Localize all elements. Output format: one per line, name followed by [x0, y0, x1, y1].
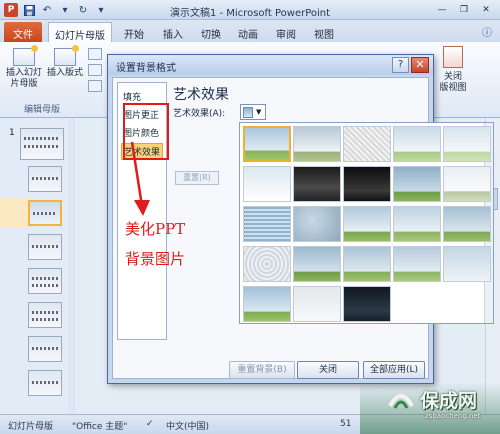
effect-tile[interactable]: [243, 126, 291, 162]
annotation-arrow-icon: [130, 141, 150, 216]
dialog-help-button[interactable]: ?: [392, 57, 409, 73]
status-language: 中文(中国): [166, 422, 210, 432]
selected-row-highlight: [0, 198, 28, 228]
dialog-title-bar[interactable]: 设置背景格式 ? ✕: [108, 55, 433, 75]
layout-thumbnail[interactable]: [28, 336, 62, 362]
insert-master-button[interactable]: 插入幻灯片母版: [4, 45, 44, 90]
reset-background-button[interactable]: 重置背景(B): [229, 361, 295, 379]
slide-number: 1: [9, 128, 15, 138]
layout-thumbnail[interactable]: [28, 302, 62, 328]
reset-effect-button[interactable]: 重置(R): [175, 171, 219, 185]
effect-tile[interactable]: [243, 206, 291, 242]
ribbon-tabs: 文件 幻灯片母版 开始 插入 切换 动画 审阅 视图 ⓘ: [0, 20, 500, 42]
title-bar: P ↶ ▾ ↻ ▾ 演示文稿1 - Microsoft PowerPoint —…: [0, 0, 500, 20]
slide-thumbnail-panel: 1: [0, 118, 75, 414]
tab-insert[interactable]: 插入: [157, 22, 189, 42]
insert-layout-label: 插入版式: [46, 68, 83, 78]
chevron-down-icon: ▼: [256, 108, 262, 116]
effect-tile[interactable]: [243, 166, 291, 202]
maximize-button[interactable]: ❐: [454, 2, 474, 17]
effect-tile[interactable]: [443, 126, 491, 162]
minimize-button[interactable]: —: [432, 2, 452, 17]
group-edit-master-label: 编辑母版: [24, 105, 61, 115]
rename-icon[interactable]: [88, 64, 102, 76]
annotation-text-line2: 背景图片: [125, 250, 186, 268]
effect-tile[interactable]: [293, 246, 341, 282]
watermark-logo-icon: [388, 394, 414, 409]
layout-thumbnail[interactable]: [28, 166, 62, 192]
preserve-icon[interactable]: [88, 80, 102, 92]
tab-view[interactable]: 视图: [308, 22, 340, 42]
tab-home[interactable]: 开始: [118, 22, 150, 42]
tab-transitions[interactable]: 切换: [195, 22, 227, 42]
layout-thumbnail[interactable]: [28, 234, 62, 260]
effect-tile[interactable]: [393, 166, 441, 202]
effect-tile[interactable]: [343, 126, 391, 162]
delete-icon[interactable]: [88, 48, 102, 60]
help-icon[interactable]: ⓘ: [482, 24, 492, 39]
dialog-close-icon[interactable]: ✕: [411, 57, 429, 73]
effect-tile[interactable]: [243, 246, 291, 282]
layout-thumbnail-selected[interactable]: [28, 200, 62, 226]
close-master-icon[interactable]: [443, 46, 463, 68]
master-view-label: 版视图: [439, 83, 467, 93]
status-view: 幻灯片母版: [8, 422, 54, 432]
effect-tile[interactable]: [343, 246, 391, 282]
effect-tile[interactable]: [393, 206, 441, 242]
effect-tile[interactable]: [443, 166, 491, 202]
window-controls: — ❐ ✕: [432, 2, 496, 17]
tab-slide-master[interactable]: 幻灯片母版: [48, 22, 112, 42]
status-theme: "Office 主题": [72, 422, 128, 432]
effect-tile[interactable]: [343, 286, 391, 322]
proofing-icon[interactable]: ✓: [146, 419, 154, 429]
effect-tile[interactable]: [343, 166, 391, 202]
apply-all-button[interactable]: 全部应用(L): [363, 361, 425, 379]
effect-tile[interactable]: [293, 206, 341, 242]
close-master-view-button[interactable]: 关闭 版视图: [438, 72, 468, 94]
effect-tile[interactable]: [443, 206, 491, 242]
watermark-url: zsbaocheng.net: [425, 412, 481, 420]
watermark-text: 保成网: [420, 390, 478, 412]
layout-icon: [54, 45, 79, 66]
panel-scrollbar[interactable]: [68, 118, 75, 414]
artistic-effects-gallery: [239, 122, 494, 324]
tab-review[interactable]: 审阅: [270, 22, 302, 42]
effect-tile[interactable]: [393, 126, 441, 162]
status-zoom[interactable]: 51: [340, 419, 351, 429]
layout-thumbnail[interactable]: [28, 268, 62, 294]
close-label: 关闭: [443, 72, 462, 82]
effect-tile[interactable]: [243, 286, 291, 322]
effect-tile[interactable]: [393, 246, 441, 282]
master-thumbnail[interactable]: [20, 128, 64, 160]
effect-tile[interactable]: [293, 166, 341, 202]
tab-file[interactable]: 文件: [4, 22, 42, 42]
slide-master-icon: [13, 45, 38, 66]
layout-thumbnail[interactable]: [28, 370, 62, 396]
effect-tile[interactable]: [293, 126, 341, 162]
close-button[interactable]: 关闭: [297, 361, 359, 379]
dialog-title: 设置背景格式: [116, 63, 176, 74]
close-window-button[interactable]: ✕: [476, 2, 496, 17]
effect-tile[interactable]: [293, 286, 341, 322]
tab-animations[interactable]: 动画: [232, 22, 264, 42]
artistic-effects-dropdown[interactable]: ▼: [240, 104, 266, 120]
section-heading: 艺术效果: [173, 87, 229, 103]
artistic-effects-label: 艺术效果(A):: [173, 109, 226, 119]
window-title: 演示文稿1 - Microsoft PowerPoint: [169, 8, 331, 19]
annotation-text-line1: 美化PPT: [125, 220, 186, 238]
effect-tile[interactable]: [343, 206, 391, 242]
insert-master-label: 插入幻灯片母版: [5, 68, 42, 89]
insert-layout-button[interactable]: 插入版式: [46, 45, 84, 79]
category-fill[interactable]: 填充: [121, 89, 143, 104]
effect-preview-icon: [243, 106, 253, 118]
effect-tile[interactable]: [443, 246, 491, 282]
